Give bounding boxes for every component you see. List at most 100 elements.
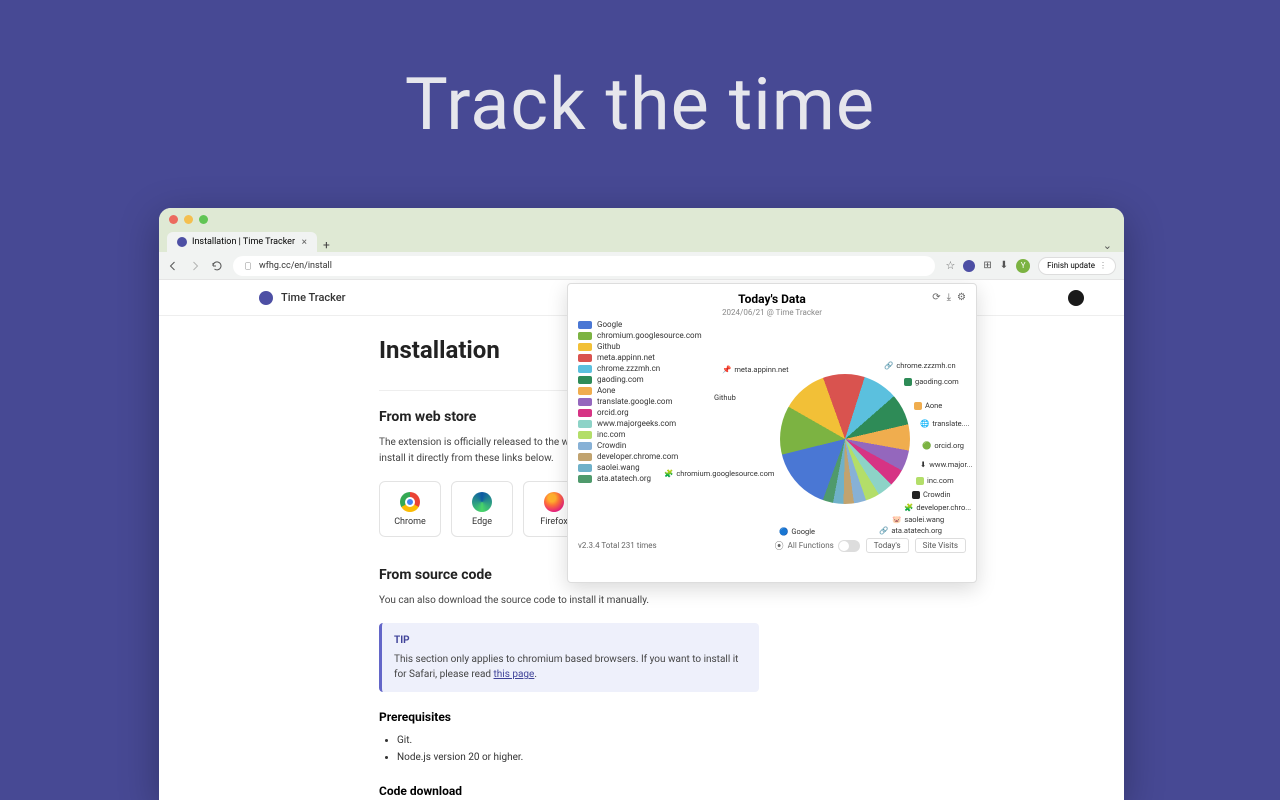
firefox-label: Firefox <box>540 517 568 527</box>
extension-icon[interactable] <box>963 260 975 272</box>
browser-window: Installation | Time Tracker × + ⌄ wfhg.c… <box>159 208 1124 800</box>
chart-label: 🔗 chrome.zzzmh.cn <box>884 361 956 370</box>
page-content: Time Tracker Installation From web store… <box>159 280 1124 800</box>
chart-label: inc.com <box>916 476 954 485</box>
today-button[interactable]: Today's <box>866 538 909 553</box>
all-functions-label: All Functions <box>788 541 834 550</box>
legend-label: saolei.wang <box>597 463 640 472</box>
tip-link[interactable]: this page <box>494 669 535 680</box>
chart-label: ⬇ www.major... <box>920 460 972 469</box>
legend-swatch-icon <box>578 321 592 329</box>
legend-item[interactable]: Google <box>578 319 718 330</box>
hero-title: Track the time <box>0 0 1280 147</box>
legend-swatch-icon <box>578 365 592 373</box>
legend-label: www.majorgeeks.com <box>597 419 676 428</box>
export-icon[interactable]: ⤓ <box>947 292 951 303</box>
legend-label: orcid.org <box>597 408 629 417</box>
address-bar: wfhg.cc/en/install ☆ ⊞ ⬇ Y Finish update… <box>159 252 1124 280</box>
tip-box: TIP This section only applies to chromiu… <box>379 623 759 692</box>
legend: Google chromium.googlesource.com Github met… <box>578 319 718 534</box>
all-functions-toggle[interactable]: ⦿ All Functions <box>775 539 860 552</box>
tab-bar: Installation | Time Tracker × + ⌄ <box>159 230 1124 252</box>
tip-body-a: This section only applies to chromium ba… <box>394 654 738 680</box>
chrome-icon <box>400 492 420 512</box>
legend-item[interactable]: chrome.zzzmh.cn <box>578 363 718 374</box>
legend-swatch-icon <box>578 354 592 362</box>
legend-label: chromium.googlesource.com <box>597 331 702 340</box>
maximize-window-icon[interactable] <box>199 215 208 224</box>
github-icon[interactable] <box>1068 290 1084 306</box>
brand-icon <box>259 291 273 305</box>
chart-label: Github <box>714 393 736 402</box>
url-text: wfhg.cc/en/install <box>259 261 332 271</box>
legend-item[interactable]: inc.com <box>578 429 718 440</box>
chart-label: gaoding.com <box>904 377 959 386</box>
prereq-item: Node.js version 20 or higher. <box>397 749 759 766</box>
tip-title: TIP <box>394 633 747 648</box>
brand-text: Time Tracker <box>281 291 346 304</box>
chrome-card[interactable]: Chrome <box>379 481 441 537</box>
legend-swatch-icon <box>578 343 592 351</box>
legend-item[interactable]: Github <box>578 341 718 352</box>
edge-label: Edge <box>472 517 492 527</box>
legend-item[interactable]: meta.appinn.net <box>578 352 718 363</box>
legend-swatch-icon <box>578 376 592 384</box>
edge-icon <box>472 492 492 512</box>
source-description: You can also download the source code to… <box>379 593 759 609</box>
puzzle-icon[interactable]: ⊞ <box>983 260 991 271</box>
legend-item[interactable]: www.majorgeeks.com <box>578 418 718 429</box>
legend-item[interactable]: orcid.org <box>578 407 718 418</box>
brand[interactable]: Time Tracker <box>259 291 346 305</box>
chart-label: 🧩 developer.chro... <box>904 503 971 512</box>
prerequisites-title: Prerequisites <box>379 710 759 724</box>
chrome-label: Chrome <box>394 517 426 527</box>
chart-label: 🔵 Google <box>779 527 815 536</box>
chart-label: 🔗 ata.atatech.org <box>879 526 942 535</box>
legend-item[interactable]: Aone <box>578 385 718 396</box>
close-window-icon[interactable] <box>169 215 178 224</box>
forward-icon[interactable] <box>189 260 201 272</box>
legend-item[interactable]: translate.google.com <box>578 396 718 407</box>
legend-swatch-icon <box>578 464 592 472</box>
chart-label: 🐷 saolei.wang <box>892 515 944 524</box>
legend-label: Google <box>597 320 622 329</box>
legend-item[interactable]: developer.chrome.com <box>578 451 718 462</box>
legend-item[interactable]: Crowdin <box>578 440 718 451</box>
legend-label: translate.google.com <box>597 397 673 406</box>
legend-label: ata.atatech.org <box>597 474 651 483</box>
reload-icon[interactable] <box>211 260 223 272</box>
chart-label: Crowdin <box>912 490 950 499</box>
legend-label: Github <box>597 342 620 351</box>
site-visits-button[interactable]: Site Visits <box>915 538 966 553</box>
settings-icon[interactable]: ⚙ <box>957 292 966 303</box>
legend-item[interactable]: chromium.googlesource.com <box>578 330 718 341</box>
window-titlebar <box>159 208 1124 230</box>
download-icon[interactable]: ⬇ <box>1000 260 1008 271</box>
chart-label: 🧩 chromium.googlesource.com <box>664 469 774 478</box>
finish-update-button[interactable]: Finish update ⋮ <box>1038 257 1116 275</box>
favicon-icon <box>177 237 187 247</box>
minimize-window-icon[interactable] <box>184 215 193 224</box>
edge-card[interactable]: Edge <box>451 481 513 537</box>
legend-label: chrome.zzzmh.cn <box>597 364 660 373</box>
code-download-title: Code download <box>379 784 759 798</box>
chevron-down-icon[interactable]: ⌄ <box>1103 239 1112 252</box>
popup-title: Today's Data <box>578 292 966 306</box>
toggle-icon[interactable] <box>838 540 860 552</box>
legend-item[interactable]: gaoding.com <box>578 374 718 385</box>
star-icon[interactable]: ☆ <box>945 259 955 272</box>
refresh-icon[interactable]: ⟳ <box>932 292 940 303</box>
legend-label: Aone <box>597 386 615 395</box>
browser-tab[interactable]: Installation | Time Tracker × <box>167 232 317 252</box>
profile-avatar[interactable]: Y <box>1016 259 1030 273</box>
tip-body-b: . <box>534 669 537 680</box>
new-tab-button[interactable]: + <box>317 238 336 252</box>
legend-label: meta.appinn.net <box>597 353 655 362</box>
back-icon[interactable] <box>167 260 179 272</box>
url-input[interactable]: wfhg.cc/en/install <box>233 256 935 276</box>
popup-footer: v2.3.4 Total 231 times ⦿ All Functions T… <box>578 538 966 553</box>
legend-swatch-icon <box>578 398 592 406</box>
finish-update-label: Finish update <box>1047 261 1095 270</box>
close-tab-icon[interactable]: × <box>302 237 307 248</box>
site-info-icon[interactable] <box>243 261 253 271</box>
